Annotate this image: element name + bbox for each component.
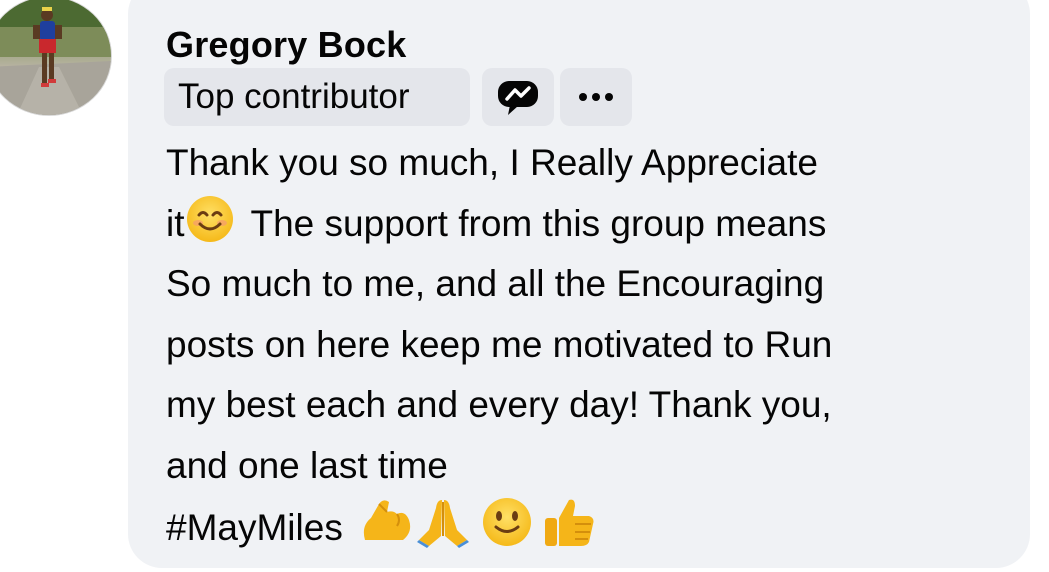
- slightly-smiling-face-icon: [481, 496, 533, 567]
- comment-line: posts on here keep me motivated to Run: [166, 323, 833, 365]
- comment-line: Thank you so much, I Really Appreciate: [166, 142, 818, 183]
- author-name[interactable]: Gregory Bock: [166, 24, 406, 66]
- comment-text: Thank you so much, I Really Appreciate i…: [166, 133, 1016, 557]
- smiling-face-with-smiling-eyes-icon: [185, 194, 235, 263]
- comment-line: my best each and every day! Thank you,: [166, 384, 832, 425]
- folded-hands-icon: [415, 496, 471, 567]
- comment-line: #MayMiles: [166, 496, 1016, 557]
- hashtag-link[interactable]: #MayMiles: [166, 507, 343, 548]
- avatar[interactable]: [0, 0, 112, 116]
- message-button[interactable]: [482, 68, 554, 126]
- more-options-button[interactable]: [560, 68, 632, 126]
- messenger-bubble-icon: [498, 81, 538, 115]
- more-options-icon: [579, 93, 613, 101]
- comment-line: and one last time: [166, 444, 448, 486]
- flexed-biceps-icon: [359, 496, 415, 567]
- top-contributor-badge[interactable]: Top contributor: [164, 68, 470, 126]
- comment-line: it The support from this group means: [166, 194, 1016, 255]
- comment-line: So much to me, and all the Encouraging: [166, 263, 825, 304]
- comment-line-rest: The support from this group means: [250, 202, 827, 244]
- thumbs-up-icon: [541, 496, 597, 567]
- comment-word: it: [166, 202, 185, 244]
- comment-container: Gregory Bock Top contributor Thank you s…: [0, 0, 1049, 572]
